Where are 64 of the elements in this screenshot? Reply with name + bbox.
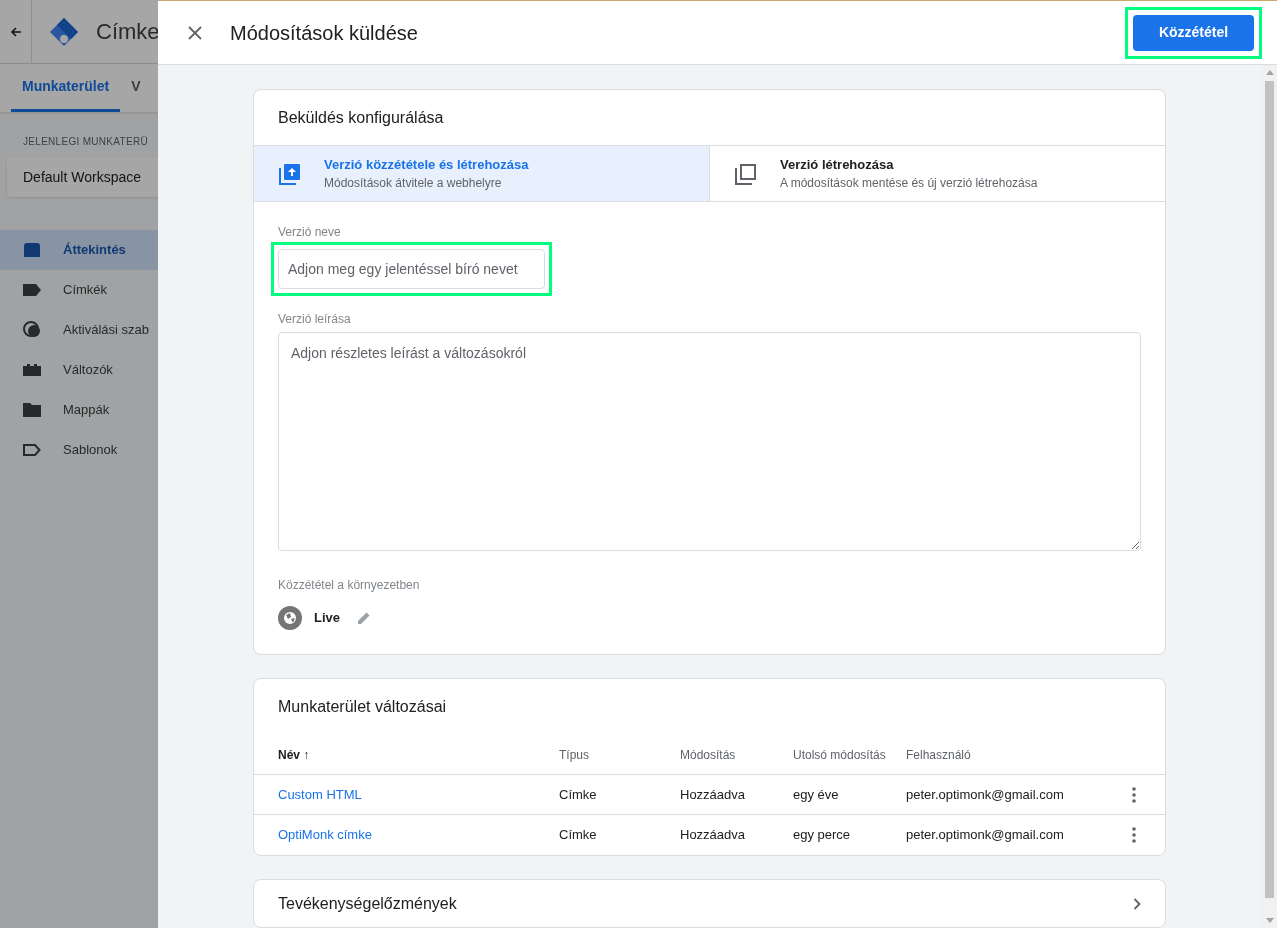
column-header[interactable]: Név ↑ bbox=[278, 745, 559, 764]
upload-stack-icon bbox=[278, 161, 302, 186]
table-cell-text: egy éve bbox=[793, 785, 840, 804]
column-header: Utolsó módosítás bbox=[793, 746, 887, 764]
version-description-field[interactable]: Adjon részletes leírást a változásokról bbox=[278, 332, 1141, 551]
nav-tab[interactable]: Munkaterület bbox=[11, 64, 121, 112]
table-cell-text: Hozzáadva bbox=[680, 785, 747, 804]
diamond-logo-icon bbox=[48, 15, 80, 48]
folder-icon bbox=[22, 402, 42, 418]
dialog-title: Módosítások küldése bbox=[230, 20, 418, 46]
table-cell-text: Hozzáadva bbox=[680, 826, 747, 845]
table-cell-text: Címke bbox=[559, 826, 598, 845]
blocks-icon bbox=[22, 363, 42, 377]
item-link[interactable]: OptiMonk címke bbox=[278, 825, 559, 845]
scroll-down-icon bbox=[1265, 918, 1274, 923]
field-label: Verzió leírása bbox=[278, 311, 352, 328]
circles-icon bbox=[22, 320, 42, 340]
option-title: Verzió létrehozása bbox=[780, 155, 895, 174]
item-link[interactable]: Custom HTML bbox=[278, 784, 559, 805]
table-cell-text: egy perce bbox=[793, 826, 852, 845]
back-arrow-icon bbox=[9, 25, 22, 38]
nav-item[interactable]: Címkék bbox=[0, 270, 158, 310]
close-icon bbox=[187, 24, 203, 41]
pencil-icon bbox=[357, 611, 371, 625]
nav-item[interactable]: Mappák bbox=[0, 390, 158, 430]
workspace-selector[interactable]: Default Workspace bbox=[7, 157, 158, 197]
environment-name: Live bbox=[314, 609, 340, 628]
edit-button[interactable] bbox=[356, 610, 372, 626]
table-cell-text: Címke bbox=[559, 785, 598, 804]
tag-outline-icon bbox=[22, 443, 42, 457]
section-label: JELENLEGI MUNKATERÜ bbox=[23, 135, 148, 149]
nav-item[interactable]: Változók bbox=[0, 350, 158, 390]
tag-icon bbox=[22, 283, 42, 297]
column-header: Típus bbox=[559, 746, 590, 764]
more-vertical-icon bbox=[1132, 827, 1136, 843]
app-title: Címke bbox=[96, 18, 158, 46]
nav-item[interactable]: Sablonok bbox=[0, 430, 158, 470]
history-row[interactable]: Tevékenységelőzmények bbox=[253, 879, 1166, 928]
table-cell-text: peter.optimonk@gmail.com bbox=[906, 785, 1065, 804]
nav-tab[interactable]: V bbox=[120, 64, 152, 112]
table-cell-text: peter.optimonk@gmail.com bbox=[906, 826, 1065, 845]
column-header: Felhasználó bbox=[906, 746, 972, 764]
nav-item[interactable]: Aktiválási szab bbox=[0, 310, 158, 350]
card-title: Munkaterület változásai bbox=[277, 697, 448, 717]
scrollbar[interactable] bbox=[1262, 65, 1277, 928]
nav-item[interactable]: Áttekintés bbox=[0, 230, 158, 270]
option-subtitle: Módosítások átvitele a webhelyre bbox=[324, 175, 503, 193]
field-label: Verzió neve bbox=[278, 224, 342, 241]
copy-stack-icon bbox=[734, 161, 758, 186]
column-header: Módosítás bbox=[680, 746, 737, 764]
chevron-right-icon bbox=[1133, 897, 1141, 910]
more-button[interactable] bbox=[1129, 825, 1139, 845]
globe-icon bbox=[278, 606, 302, 630]
card-title: Beküldés konfigurálása bbox=[277, 107, 445, 128]
tray-icon bbox=[22, 242, 42, 258]
scroll-up-icon bbox=[1265, 70, 1274, 75]
version-name-field[interactable]: Adjon meg egy jelentéssel bíró nevet bbox=[278, 249, 545, 289]
publish-button[interactable]: Közzététel bbox=[1133, 14, 1254, 51]
field-label: Közzététel a környezetben bbox=[278, 577, 421, 594]
more-button[interactable] bbox=[1129, 784, 1139, 805]
more-vertical-icon bbox=[1132, 786, 1136, 803]
submission-option[interactable]: Verzió közzététele és létrehozása Módosítások átvitele a webhelyre bbox=[254, 146, 710, 201]
option-title: Verzió közzététele és létrehozása bbox=[324, 155, 529, 174]
option-subtitle: A módosítások mentése és új verzió létrehozása bbox=[780, 175, 1038, 193]
